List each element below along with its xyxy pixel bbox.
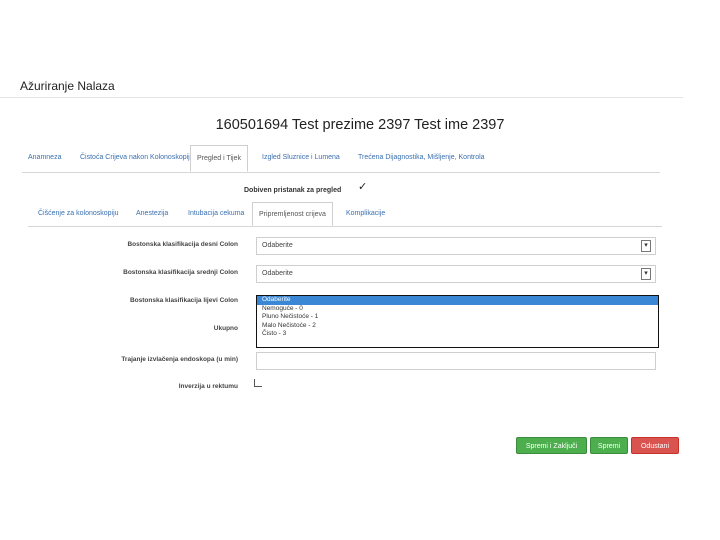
boston-middle-value: Odaberite <box>262 270 293 277</box>
boston-right-label: Bostonska klasifikacija desni Colon <box>127 241 238 248</box>
boston-right-select[interactable]: Odaberite ▾ <box>256 237 656 255</box>
duration-label: Trajanje izvlačenja endoskopa (u min) <box>121 356 238 363</box>
tab-anamneza[interactable]: Anamneza <box>28 145 61 172</box>
tab-colonoscopy-prep[interactable]: Čišćenje za kolonoskopiju <box>38 202 119 226</box>
main-tab-bar: Anamneza Čistoća Crijeva nakon Kolonosko… <box>22 145 660 173</box>
total-label: Ukupno <box>213 325 238 332</box>
chevron-down-icon: ▾ <box>641 268 651 280</box>
boston-left-dropdown-list[interactable]: Odaberite Nemoguće - 0 Pluno Nečistoće -… <box>256 295 659 348</box>
tab-anesthesia[interactable]: Anestezija <box>136 202 168 226</box>
cancel-button[interactable]: Odustani <box>631 437 679 454</box>
boston-right-value: Odaberite <box>262 242 293 249</box>
dropdown-option[interactable]: Nemoguće - 0 <box>257 305 658 314</box>
boston-middle-label: Bostonska klasifikacija srednji Colon <box>123 269 238 276</box>
modal-title: Ažuriranje Nalaza <box>20 79 115 93</box>
duration-input[interactable] <box>256 352 656 370</box>
tab-bowel-prep[interactable]: Pripremljenost crijeva <box>252 202 333 226</box>
tab-mucosa-lumen[interactable]: Izgled Sluznice i Lumena <box>262 145 340 172</box>
tab-complications[interactable]: Komplikacije <box>346 202 385 226</box>
sub-tab-bar: Čišćenje za kolonoskopiju Anestezija Int… <box>28 202 662 227</box>
inversion-label: Inverzija u rektumu <box>178 383 238 390</box>
dropdown-option[interactable]: Čisto - 3 <box>257 330 658 339</box>
consent-label: Dobiven pristanak za pregled <box>244 187 342 194</box>
dropdown-option[interactable]: Odaberite <box>257 296 658 305</box>
dropdown-option[interactable]: Pluno Nečistoće - 1 <box>257 313 658 322</box>
tab-diagnostics-opinion[interactable]: Trećena Dijagnostika, Mišljenje, Kontrol… <box>358 145 485 172</box>
tab-bowel-cleanliness[interactable]: Čistoća Crijeva nakon Kolonoskopije <box>80 145 194 172</box>
tab-exam-course[interactable]: Pregled i Tijek <box>190 145 248 172</box>
boston-middle-select[interactable]: Odaberite ▾ <box>256 265 656 283</box>
chevron-down-icon: ▾ <box>641 240 651 252</box>
boston-left-label: Bostonska klasifikacija lijevi Colon <box>129 297 238 304</box>
save-close-button[interactable]: Spremi i Zaključi <box>516 437 587 454</box>
inversion-checkbox[interactable] <box>254 379 262 387</box>
save-button[interactable]: Spremi <box>590 437 628 454</box>
consent-checkbox[interactable]: ✓ <box>358 182 367 193</box>
title-divider <box>0 97 683 98</box>
tab-cecal-intubation[interactable]: Intubacija cekuma <box>188 202 244 226</box>
dropdown-option[interactable]: Malo Nečistoće - 2 <box>257 322 658 331</box>
patient-header: 160501694 Test prezime 2397 Test ime 239… <box>215 117 505 133</box>
